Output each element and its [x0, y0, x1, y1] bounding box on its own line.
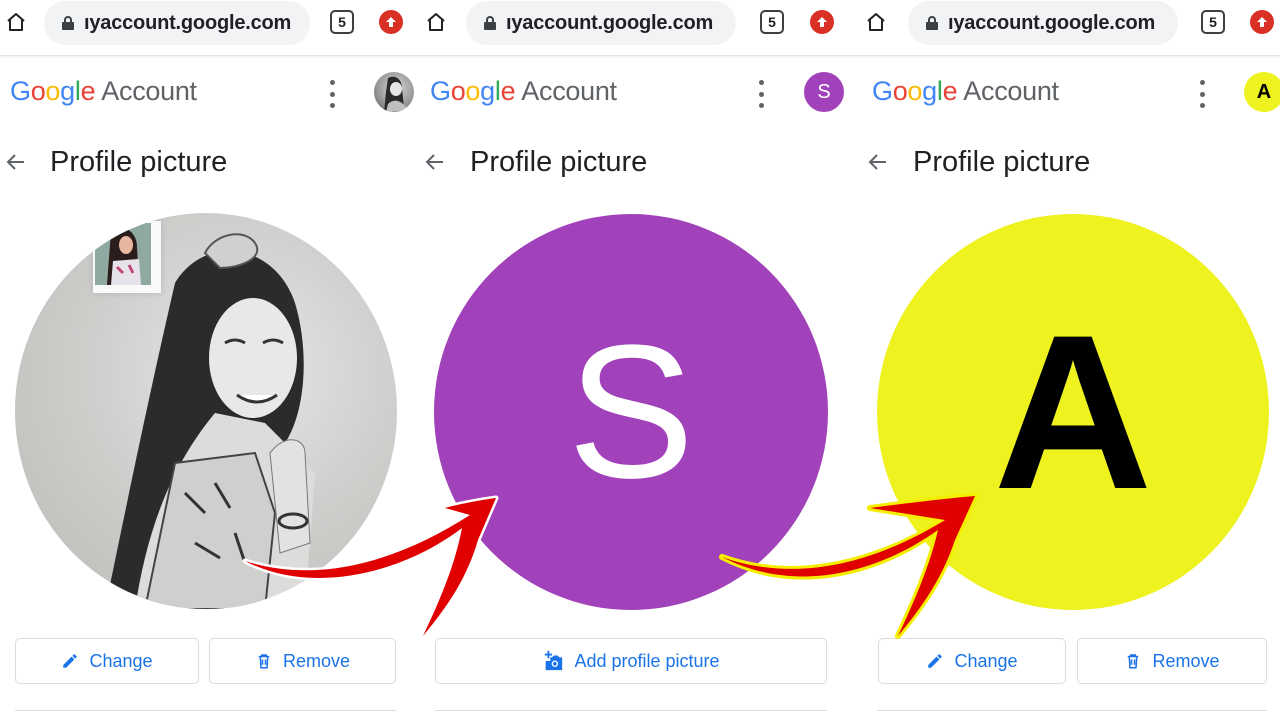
account-header: Google Account A	[860, 60, 1280, 126]
lock-icon	[62, 16, 74, 30]
home-button[interactable]	[2, 8, 30, 36]
remove-label: Remove	[282, 650, 351, 671]
screen-panel-letter-a: ıyaccount.google.com 5 Google Account A P…	[860, 0, 1280, 720]
account-avatar[interactable]: S	[804, 72, 844, 112]
url-text: ıyaccount.google.com	[506, 11, 714, 34]
portrait-sketch-image	[105, 233, 315, 609]
color-photo-icon	[95, 223, 151, 285]
logo-letter: o	[465, 76, 481, 106]
logo-letter: e	[500, 76, 516, 106]
pencil-icon	[928, 654, 943, 668]
account-avatar[interactable]	[374, 72, 414, 112]
home-icon	[867, 13, 885, 31]
logo-letter: G	[872, 76, 893, 106]
logo-letter: o	[892, 76, 908, 106]
logo-letter: G	[430, 76, 451, 106]
logo-letter: g	[922, 76, 937, 106]
more-options-button[interactable]	[1198, 80, 1206, 108]
logo-letter: e	[942, 76, 958, 106]
logo-letter: o	[30, 76, 46, 106]
update-button[interactable]	[810, 10, 834, 34]
google-account-logo[interactable]: Google Account	[430, 76, 617, 107]
screen-panel-letter-s: ıyaccount.google.com 5 Google Account S P…	[420, 0, 860, 720]
screen-panel-photo: ıyaccount.google.com 5 Google Account Pro…	[0, 0, 420, 720]
pencil-icon	[63, 654, 78, 668]
logo-letter: g	[480, 76, 495, 106]
lock-icon	[926, 16, 938, 30]
divider	[435, 710, 827, 711]
account-header: Google Account	[0, 60, 420, 126]
remove-label: Remove	[1152, 650, 1220, 671]
url-text: ıyaccount.google.com	[948, 11, 1156, 34]
page-title: Profile picture	[470, 146, 648, 178]
google-account-logo[interactable]: Google Account	[10, 76, 197, 107]
address-bar[interactable]: ıyaccount.google.com	[466, 1, 736, 45]
tab-switcher-button[interactable]: 5	[760, 10, 784, 34]
browser-toolbar: ıyaccount.google.com 5	[0, 0, 420, 56]
remove-button[interactable]: Remove	[209, 638, 396, 684]
arrow-up-icon	[817, 17, 827, 27]
change-label: Change	[954, 650, 1018, 671]
change-button[interactable]: Change	[15, 638, 199, 684]
profile-picture-photo[interactable]	[15, 213, 397, 609]
remove-button[interactable]: Remove	[1077, 638, 1267, 684]
home-button[interactable]	[862, 8, 890, 36]
logo-product: Account	[963, 76, 1059, 106]
home-icon	[427, 13, 445, 31]
browser-toolbar: ıyaccount.google.com 5	[860, 0, 1280, 56]
browser-toolbar: ıyaccount.google.com 5	[420, 0, 860, 56]
account-avatar[interactable]: A	[1244, 72, 1280, 112]
change-button[interactable]: Change	[878, 638, 1066, 684]
logo-letter: o	[907, 76, 923, 106]
logo-letter: G	[10, 76, 31, 106]
logo-product: Account	[521, 76, 617, 106]
change-label: Change	[89, 650, 153, 671]
url-text: ıyaccount.google.com	[84, 11, 292, 34]
logo-letter: o	[45, 76, 61, 106]
update-button[interactable]	[1250, 10, 1274, 34]
more-options-button[interactable]	[328, 80, 336, 108]
more-options-button[interactable]	[757, 80, 765, 108]
divider	[877, 710, 1267, 711]
profile-picture-letter[interactable]: S	[434, 214, 828, 610]
arrow-up-icon	[386, 17, 396, 27]
account-header: Google Account S	[420, 60, 860, 126]
portrait-thumbnail-icon	[384, 76, 408, 112]
add-profile-picture-button[interactable]: Add profile picture	[435, 638, 827, 684]
page-title-row: Profile picture	[420, 140, 860, 190]
page-title-row: Profile picture	[0, 140, 420, 190]
google-account-logo[interactable]: Google Account	[872, 76, 1059, 107]
tab-switcher-button[interactable]: 5	[330, 10, 354, 34]
back-arrow-icon[interactable]	[4, 150, 28, 174]
add-photo-icon	[545, 650, 563, 671]
logo-letter: e	[80, 76, 96, 106]
logo-letter: g	[60, 76, 75, 106]
address-bar[interactable]: ıyaccount.google.com	[908, 1, 1178, 45]
profile-picture-letter[interactable]: A	[877, 214, 1269, 610]
logo-letter: o	[450, 76, 466, 106]
back-arrow-icon[interactable]	[866, 150, 890, 174]
home-icon	[7, 13, 25, 31]
arrow-up-icon	[1257, 17, 1267, 27]
logo-product: Account	[101, 76, 197, 106]
page-title-row: Profile picture	[860, 140, 1280, 190]
add-profile-picture-label: Add profile picture	[574, 650, 720, 671]
page-title: Profile picture	[913, 146, 1091, 178]
home-button[interactable]	[422, 8, 450, 36]
trash-icon	[258, 654, 270, 669]
update-button[interactable]	[379, 10, 403, 34]
address-bar[interactable]: ıyaccount.google.com	[44, 1, 310, 45]
original-photo-thumbnail	[93, 221, 161, 293]
page-title: Profile picture	[50, 146, 228, 178]
tab-switcher-button[interactable]: 5	[1201, 10, 1225, 34]
back-arrow-icon[interactable]	[423, 150, 447, 174]
divider	[15, 710, 396, 711]
trash-icon	[1128, 654, 1139, 669]
lock-icon	[484, 16, 496, 30]
